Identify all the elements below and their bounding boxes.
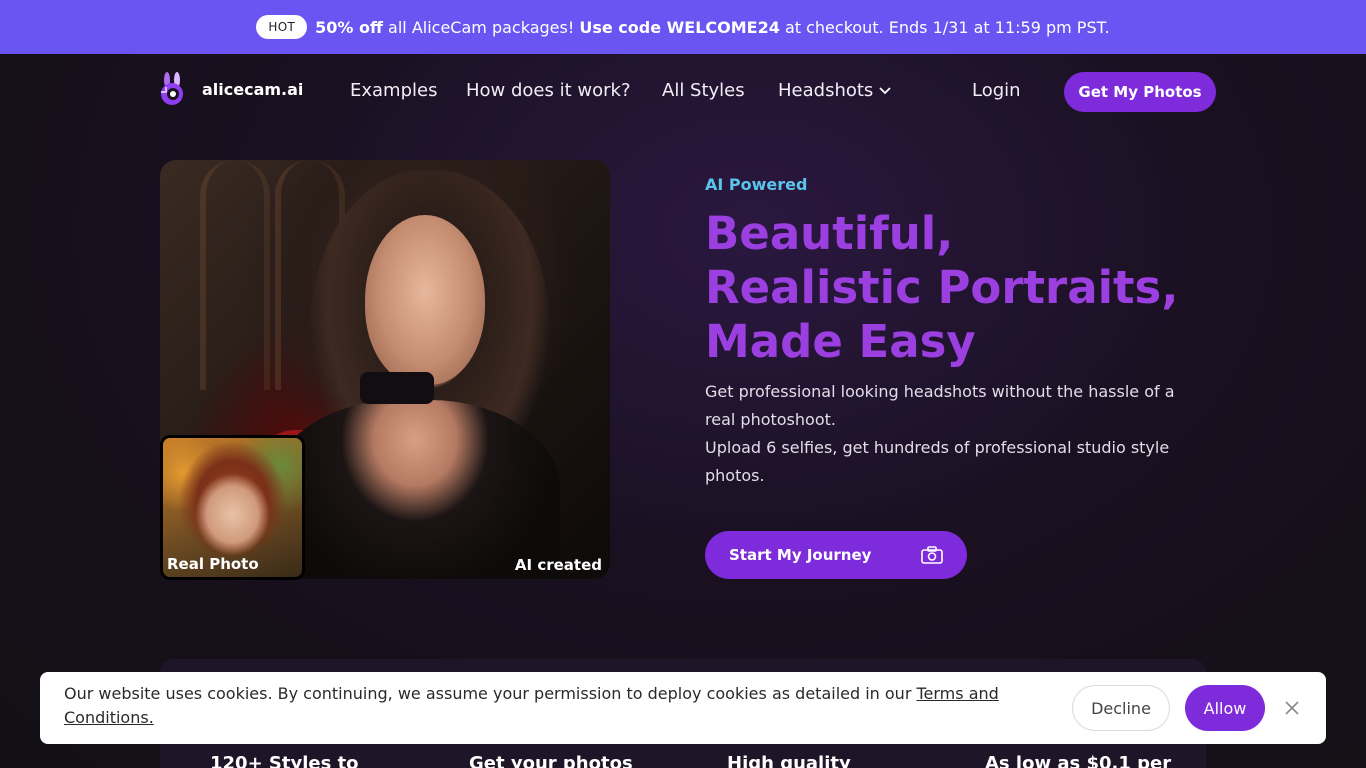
top-nav: alicecam.ai Examples How does it work? A… (0, 54, 1366, 130)
chevron-down-icon (879, 87, 891, 95)
camera-icon (921, 546, 943, 564)
headline-line-3: Made Easy (705, 315, 976, 368)
promo-banner: HOT 50% off all AliceCam packages! Use c… (0, 0, 1366, 54)
nav-link-how-it-works[interactable]: How does it work? (466, 80, 631, 101)
promo-offer-text: all AliceCam packages! (382, 17, 580, 37)
eyebrow-text: AI Powered (705, 175, 808, 194)
headline-line-2: Realistic Portraits, (705, 261, 1179, 314)
nav-dropdown-headshots[interactable]: Headshots (778, 80, 891, 101)
real-photo-thumbnail: Real Photo (160, 435, 305, 580)
feature-price: As low as $0.1 per (985, 753, 1172, 768)
get-my-photos-button[interactable]: Get My Photos (1064, 72, 1216, 112)
feature-styles: 120+ Styles to (210, 753, 359, 768)
hero-description-line-1: Get professional looking headshots witho… (705, 382, 1175, 429)
start-my-journey-button[interactable]: Start My Journey (705, 531, 967, 579)
close-icon (1285, 701, 1299, 715)
portrait-face (365, 215, 485, 385)
background-arch (200, 160, 270, 390)
hero-description: Get professional looking headshots witho… (705, 378, 1205, 490)
cookie-message: Our website uses cookies. By continuing,… (64, 682, 1044, 730)
login-link[interactable]: Login (972, 80, 1021, 101)
cookie-message-text: Our website uses cookies. By continuing,… (64, 684, 917, 703)
nav-link-examples[interactable]: Examples (350, 80, 437, 101)
portrait-collar (360, 372, 434, 404)
logo[interactable]: alicecam.ai (158, 72, 303, 106)
hero-description-line-2: Upload 6 selfies, get hundreds of profes… (705, 438, 1170, 485)
cookie-banner: Our website uses cookies. By continuing,… (40, 672, 1326, 744)
promo-code: Use code WELCOME24 (579, 17, 780, 37)
headline-line-1: Beautiful, (705, 207, 954, 260)
portrait-dress (270, 400, 560, 579)
close-cookie-button[interactable] (1280, 696, 1304, 720)
hot-badge: HOT (256, 15, 308, 39)
real-photo-label: Real Photo (167, 555, 259, 573)
feature-quality: High quality (727, 753, 851, 768)
bunny-camera-icon (161, 72, 183, 105)
ai-created-label: AI created (514, 556, 602, 574)
hero-headline: Beautiful, Realistic Portraits, Made Eas… (705, 207, 1265, 369)
nav-link-all-styles[interactable]: All Styles (662, 80, 745, 101)
start-my-journey-label: Start My Journey (729, 546, 872, 564)
promo-deadline: at checkout. Ends 1/31 at 11:59 pm PST. (779, 17, 1110, 37)
promo-offer: 50% off (315, 17, 383, 37)
allow-button[interactable]: Allow (1185, 685, 1265, 731)
feature-photos: Get your photos (469, 753, 633, 768)
logo-text: alicecam.ai (202, 79, 304, 99)
decline-button[interactable]: Decline (1072, 685, 1170, 731)
nav-link-headshots-label: Headshots (778, 80, 874, 101)
